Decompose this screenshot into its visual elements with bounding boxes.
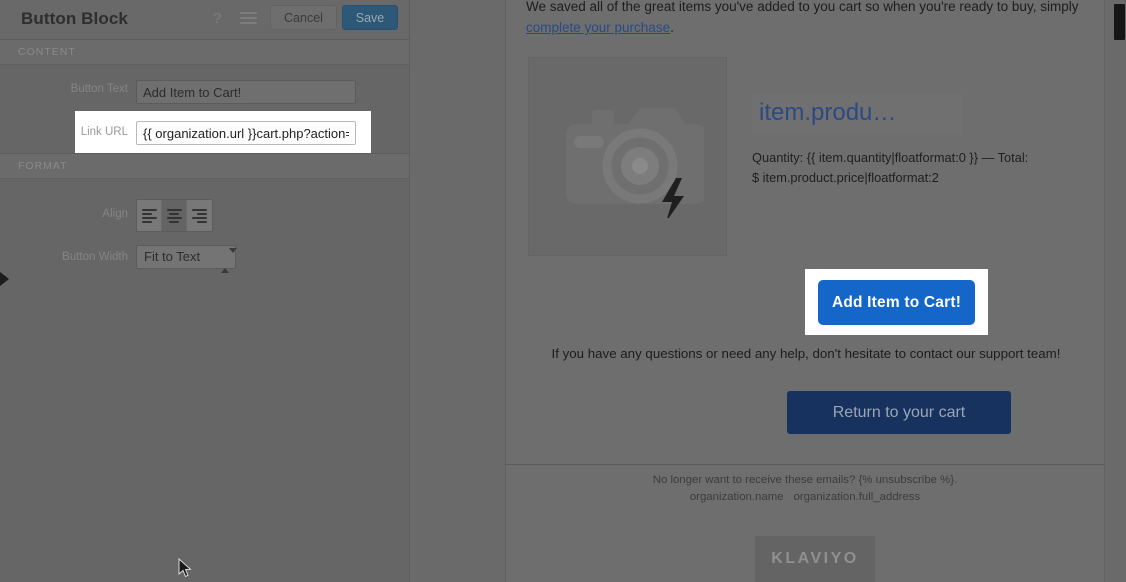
add-item-to-cart-button[interactable]: Add Item to Cart! [818,280,975,325]
intro-text-before: We saved all of the great items you've a… [526,0,1079,14]
intro-paragraph: We saved all of the great items you've a… [526,0,1082,38]
email-preview-area: We saved all of the great items you've a… [411,0,1126,582]
cancel-button[interactable]: Cancel [270,5,337,30]
button-width-label: Button Width [62,251,128,263]
button-block-editor-panel: Button Block ? Cancel Save CONTENT Butto… [0,0,410,582]
button-text-label: Button Text [70,83,128,95]
save-button[interactable]: Save [342,5,398,30]
return-to-cart-button[interactable]: Return to your cart [787,391,1011,434]
app-root: Button Block ? Cancel Save CONTENT Butto… [0,0,1126,582]
link-url-input[interactable] [136,121,356,145]
unsubscribe-line[interactable]: No longer want to receive these emails? … [653,474,958,486]
align-center-button[interactable] [162,200,187,231]
button-width-select[interactable]: Fit to Text [136,245,237,273]
product-title[interactable]: item.produ… [752,94,962,133]
link-url-row: Link URL [0,111,410,153]
product-meta: Quantity: {{ item.quantity|floatformat:0… [752,148,1072,188]
footer-org-address: organization.full_address [793,491,921,503]
align-label: Align [102,208,128,220]
footer-org-line: organization.name organization.full_addre… [505,489,1105,506]
button-text-row: Button Text [0,73,409,111]
stepper-arrows-icon[interactable] [221,248,237,273]
hamburger-menu-icon[interactable] [240,12,257,25]
preview-scrollbar-track[interactable] [1112,0,1126,582]
product-price-line: $ item.product.price|floatformat:2 [752,170,939,185]
email-footer: No longer want to receive these emails? … [505,472,1105,506]
link-url-label: Link URL [80,126,128,138]
intro-text-after: . [670,20,674,35]
format-section-header: FORMAT [0,153,409,179]
footer-org-name: organization.name [689,491,784,503]
camera-placeholder-icon [563,107,704,218]
help-icon[interactable]: ? [213,10,221,28]
button-text-input[interactable] [136,80,356,104]
complete-your-purchase-link[interactable]: complete your purchase [526,20,670,35]
collapse-panel-arrow-icon[interactable] [0,272,9,286]
align-button-group [136,199,213,232]
content-section-header: CONTENT [0,40,409,65]
product-image-placeholder[interactable] [528,57,727,256]
klaviyo-logo: KLAVIYO [755,536,875,582]
align-right-icon [192,208,207,223]
align-center-icon [166,208,182,223]
product-quantity-line: Quantity: {{ item.quantity|floatformat:0… [752,150,1029,165]
preview-scrollbar-thumb[interactable] [1114,4,1125,40]
support-paragraph: If you have any questions or need any he… [551,346,1061,361]
button-width-row: Button Width Fit to Text [0,245,410,273]
align-left-button[interactable] [137,200,162,231]
footer-divider [505,464,1105,465]
button-width-value: Fit to Text [144,249,201,264]
panel-header: Button Block ? Cancel Save [0,0,409,40]
page-title: Button Block [21,9,128,28]
align-right-button[interactable] [187,200,212,231]
align-left-icon [141,208,157,223]
